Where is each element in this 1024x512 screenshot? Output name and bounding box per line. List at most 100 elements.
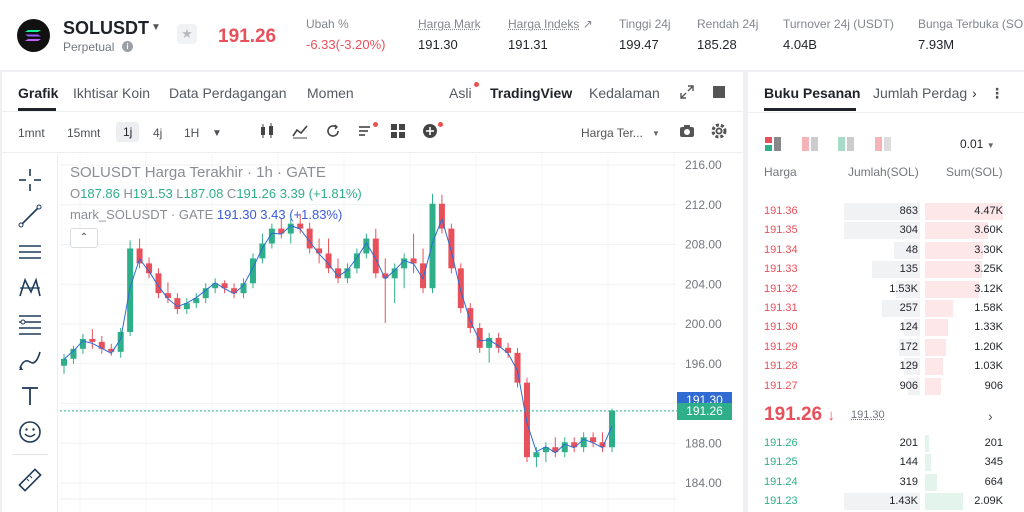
row-amount: 144 — [899, 456, 918, 469]
bid-row[interactable]: 191.23 1.43K 2.09K — [748, 492, 1024, 511]
candle-body — [609, 410, 615, 448]
candle-type-icon[interactable] — [258, 122, 276, 140]
bid-row[interactable]: 191.26 201 201 — [748, 434, 1024, 453]
row-sum: 201 — [984, 437, 1003, 449]
compare-icon[interactable] — [324, 122, 342, 140]
mode-tradingview[interactable]: TradingView — [490, 85, 572, 101]
favorite-star-icon[interactable]: ★ — [177, 24, 197, 44]
text-tool-icon[interactable] — [16, 382, 44, 410]
interval-1d[interactable]: 1H — [184, 126, 199, 140]
order-book-panel: Buku Pesanan Jumlah Perdag › ⋮ 0.01 ▼ Ha… — [748, 72, 1024, 512]
y-axis-tick-label: 216.00 — [685, 158, 722, 172]
ruler-icon[interactable] — [16, 466, 44, 494]
row-sum: 906 — [984, 379, 1003, 392]
stat-low-24h: Rendah 24j 185.28 — [697, 17, 758, 52]
row-sum: 1.33K — [974, 321, 1003, 334]
view-bids-icon[interactable] — [838, 137, 854, 151]
view-asks-icon[interactable] — [802, 137, 818, 151]
price-type-caret-icon[interactable]: ▼ — [652, 129, 660, 138]
ask-row[interactable]: 191.36 863 4.47K — [748, 202, 1024, 221]
bid-row[interactable]: 191.25 144 345 — [748, 453, 1024, 472]
row-price: 191.26 — [764, 437, 798, 449]
chart-tabs: Grafik Ikhtisar Koin Data Perdagangan Mo… — [2, 72, 743, 112]
row-amount: 906 — [899, 379, 918, 392]
info-icon[interactable]: i — [122, 41, 133, 52]
high-value: 191.53 — [132, 186, 173, 201]
view-large-icon[interactable] — [875, 137, 891, 151]
ask-row[interactable]: 191.35 304 3.60K — [748, 221, 1024, 240]
brush-icon[interactable] — [16, 346, 44, 374]
row-amount: 135 — [899, 263, 918, 276]
mode-original[interactable]: Asli — [449, 85, 472, 101]
indicators-icon[interactable] — [291, 122, 309, 140]
price-chart[interactable]: 216.00 212.00 208.00 204.00 200.00 196.00 188.… — [60, 154, 743, 512]
tab-coin-overview[interactable]: Ikhtisar Koin — [73, 85, 150, 101]
change-value: 3.39 (+1.81%) — [279, 186, 362, 201]
symbol-dropdown-caret-icon[interactable]: ▼ — [151, 22, 161, 33]
contract-type-label: Perpetual — [63, 40, 115, 54]
stat-turnover-24h: Turnover 24j (USDT) 4.04B — [783, 17, 894, 52]
interval-15m[interactable]: 15mnt — [67, 126, 100, 140]
ask-row[interactable]: 191.30 124 1.33K — [748, 318, 1024, 337]
tabs-scroll-right-icon[interactable]: › — [972, 85, 977, 101]
row-amount: 172 — [899, 340, 918, 353]
precision-select[interactable]: 0.01 ▼ — [960, 137, 995, 151]
tab-chart[interactable]: Grafik — [18, 85, 58, 101]
ask-row[interactable]: 191.27 906 906 — [748, 377, 1024, 396]
row-sum: 664 — [984, 475, 1003, 488]
interval-1m[interactable]: 1mnt — [18, 126, 45, 140]
external-link-icon[interactable]: ↗ — [583, 17, 593, 31]
camera-icon[interactable] — [678, 122, 696, 140]
collapse-legend-button[interactable]: ⌃ — [70, 228, 98, 248]
more-menu-icon[interactable]: ⋮ — [990, 85, 1004, 102]
stat-change: Ubah % -6.33(-3.20%) — [306, 17, 385, 52]
candle-body — [429, 203, 436, 289]
symbol-name[interactable]: SOLUSDT — [63, 18, 149, 39]
ask-row[interactable]: 191.33 135 3.25K — [748, 260, 1024, 279]
layout-grid-icon[interactable] — [389, 122, 407, 140]
row-price: 191.25 — [764, 456, 798, 469]
sum-depth-bar — [925, 319, 948, 337]
layout-toggle-icon[interactable] — [713, 86, 725, 98]
trend-line-icon[interactable] — [16, 202, 44, 230]
tab-trades[interactable]: Jumlah Perdag — [873, 85, 973, 101]
crosshair-icon[interactable] — [16, 166, 44, 194]
tab-moments[interactable]: Momen — [307, 85, 354, 101]
ask-row[interactable]: 191.29 172 1.20K — [748, 338, 1024, 357]
interval-1h[interactable]: 1j — [116, 122, 140, 142]
ask-row[interactable]: 191.28 129 1.03K — [748, 357, 1024, 376]
stat-label-wrap: Harga Indeks ↗ — [508, 17, 593, 31]
ticker-header: SOLUSDT ▼ Perpetual i ★ 191.26 Ubah % -6… — [0, 0, 1024, 70]
price-type-select[interactable]: Harga Ter... — [581, 126, 643, 140]
fullscreen-icon[interactable] — [680, 85, 694, 99]
row-amount: 257 — [899, 302, 918, 314]
add-icon[interactable] — [421, 122, 439, 140]
fibonacci-icon[interactable] — [16, 310, 44, 338]
precision-value: 0.01 — [960, 137, 984, 151]
stat-value: -6.33(-3.20%) — [306, 37, 386, 52]
tab-order-book[interactable]: Buku Pesanan — [764, 85, 860, 101]
mid-price: 191.26 — [764, 404, 823, 425]
pattern-tool-icon[interactable] — [16, 274, 44, 302]
stat-index-price[interactable]: Harga Indeks ↗ 191.31 — [508, 17, 593, 52]
row-price: 191.27 — [764, 379, 798, 392]
row-price: 191.36 — [764, 205, 798, 217]
ask-row[interactable]: 191.31 257 1.58K — [748, 299, 1024, 318]
ask-row[interactable]: 191.34 48 3.30K — [748, 241, 1024, 260]
divider — [12, 454, 48, 455]
last-price: 191.26 — [218, 26, 277, 47]
emoji-icon[interactable] — [16, 418, 44, 446]
view-both-icon[interactable] — [765, 137, 781, 151]
settings-gear-icon[interactable] — [710, 122, 728, 140]
ask-row[interactable]: 191.32 1.53K 3.12K — [748, 280, 1024, 299]
horizontal-lines-icon[interactable] — [16, 238, 44, 266]
tab-trading-data[interactable]: Data Perdagangan — [169, 85, 287, 101]
stat-high-24h: Tinggi 24j 199.47 — [619, 17, 671, 52]
interval-4h[interactable]: 4j — [153, 126, 162, 140]
header-sum: Sum(SOL) — [946, 165, 1003, 179]
mode-depth[interactable]: Kedalaman — [589, 85, 660, 101]
bid-row[interactable]: 191.24 319 664 — [748, 473, 1024, 492]
sum-depth-bar — [925, 280, 979, 298]
mid-row-chevron-icon[interactable]: › — [988, 408, 993, 424]
interval-dropdown-caret-icon[interactable]: ▼ — [212, 128, 222, 139]
